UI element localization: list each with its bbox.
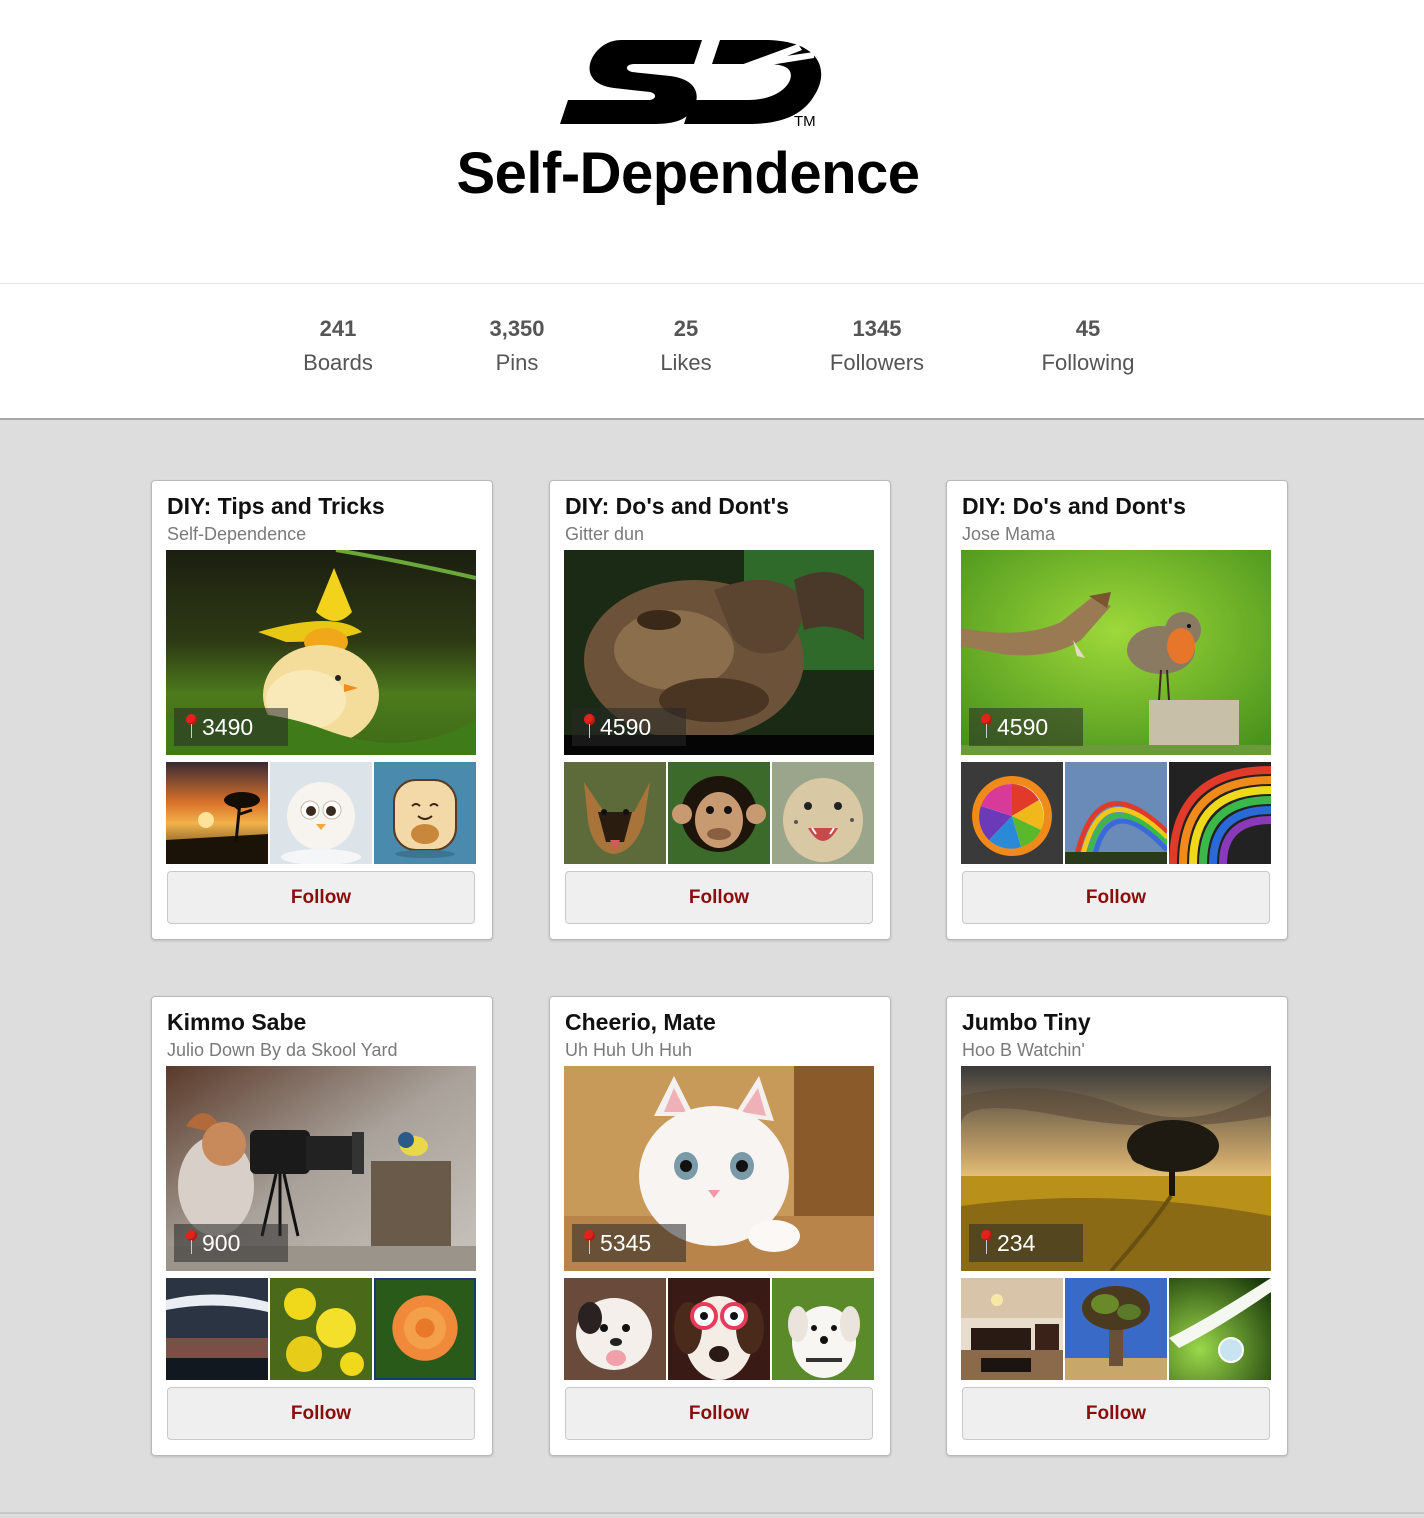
board-title[interactable]: DIY: Tips and Tricks xyxy=(167,493,385,520)
sd-logo: TM xyxy=(552,32,832,132)
pushpin-icon xyxy=(184,1230,198,1256)
board-card: DIY: Do's and Dont's Jose Mama 4590 Foll… xyxy=(946,480,1288,940)
pin-count: 900 xyxy=(202,1230,241,1256)
board-thumbnail[interactable] xyxy=(1169,762,1271,864)
pushpin-icon xyxy=(582,714,596,740)
stat-followers[interactable]: 1345 Followers xyxy=(797,316,957,380)
pushpin-icon xyxy=(184,714,198,740)
board-title[interactable]: Cheerio, Mate xyxy=(565,1009,716,1036)
stat-count: 1345 xyxy=(852,316,902,341)
follow-button[interactable]: Follow xyxy=(565,1387,873,1440)
stat-boards[interactable]: 241 Boards xyxy=(258,316,418,380)
board-cover-image[interactable]: 900 xyxy=(166,1066,476,1271)
profile-stats: 241 Boards 3,350 Pins 25 Likes 1345 Foll… xyxy=(0,283,1424,420)
page-bottom-divider xyxy=(0,1512,1424,1514)
pin-count: 3490 xyxy=(202,714,254,740)
pin-count: 4590 xyxy=(600,714,652,740)
board-title[interactable]: DIY: Do's and Dont's xyxy=(565,493,789,520)
board-thumbnails xyxy=(564,1278,874,1380)
pin-count: 5345 xyxy=(600,1230,652,1256)
board-thumbnail[interactable] xyxy=(1065,762,1167,864)
board-thumbnail[interactable] xyxy=(1065,1278,1167,1380)
trademark-symbol: TM xyxy=(794,113,816,130)
stat-count: 25 xyxy=(673,316,699,341)
follow-button[interactable]: Follow xyxy=(565,871,873,924)
stat-label: Following xyxy=(1041,350,1135,375)
stat-label: Likes xyxy=(660,350,712,375)
board-thumbnail[interactable] xyxy=(564,1278,666,1380)
board-title[interactable]: DIY: Do's and Dont's xyxy=(962,493,1186,520)
follow-button[interactable]: Follow xyxy=(962,1387,1270,1440)
board-title[interactable]: Jumbo Tiny xyxy=(962,1009,1091,1036)
board-owner[interactable]: Uh Huh Uh Huh xyxy=(565,1040,692,1061)
board-thumbnails xyxy=(166,762,476,864)
pin-count-badge: 234 xyxy=(969,1224,1083,1262)
board-owner[interactable]: Jose Mama xyxy=(962,524,1055,545)
profile-header: TM Self-Dependence xyxy=(0,0,1424,283)
board-thumbnail[interactable] xyxy=(772,762,874,864)
board-thumbnail[interactable] xyxy=(166,762,268,864)
board-owner[interactable]: Hoo B Watchin' xyxy=(962,1040,1085,1061)
follow-button[interactable]: Follow xyxy=(167,871,475,924)
stat-count: 45 xyxy=(1075,316,1101,341)
stat-following[interactable]: 45 Following xyxy=(1008,316,1168,380)
board-owner[interactable]: Self-Dependence xyxy=(167,524,306,545)
follow-button[interactable]: Follow xyxy=(167,1387,475,1440)
board-thumbnail[interactable] xyxy=(374,1278,476,1380)
pin-count-badge: 3490 xyxy=(174,708,288,746)
board-owner[interactable]: Julio Down By da Skool Yard xyxy=(167,1040,397,1061)
boards-grid: DIY: Tips and Tricks Self-Dependence 349… xyxy=(0,420,1424,1518)
board-thumbnail[interactable] xyxy=(1169,1278,1271,1380)
stat-count: 241 xyxy=(319,316,357,341)
board-thumbnail[interactable] xyxy=(270,1278,372,1380)
board-thumbnail[interactable] xyxy=(564,762,666,864)
board-thumbnail[interactable] xyxy=(668,762,770,864)
pin-count-badge: 5345 xyxy=(572,1224,686,1262)
board-thumbnail[interactable] xyxy=(270,762,372,864)
pushpin-icon xyxy=(979,714,993,740)
stat-pins[interactable]: 3,350 Pins xyxy=(437,316,597,380)
board-thumbnail[interactable] xyxy=(961,762,1063,864)
pin-count-badge: 900 xyxy=(174,1224,288,1262)
board-thumbnail[interactable] xyxy=(374,762,476,864)
board-cover-image[interactable]: 5345 xyxy=(564,1066,874,1271)
board-thumbnails xyxy=(961,1278,1271,1380)
board-cover-image[interactable]: 4590 xyxy=(564,550,874,755)
board-card: Jumbo Tiny Hoo B Watchin' 234 Follow xyxy=(946,996,1288,1456)
board-card: DIY: Do's and Dont's Gitter dun 4590 Fol… xyxy=(549,480,891,940)
stat-label: Boards xyxy=(303,350,373,375)
board-card: DIY: Tips and Tricks Self-Dependence 349… xyxy=(151,480,493,940)
follow-button[interactable]: Follow xyxy=(962,871,1270,924)
board-cover-image[interactable]: 4590 xyxy=(961,550,1271,755)
board-thumbnails xyxy=(961,762,1271,864)
stat-count: 3,350 xyxy=(489,316,545,341)
board-thumbnails xyxy=(166,1278,476,1380)
pin-count: 234 xyxy=(997,1230,1036,1256)
pin-count-badge: 4590 xyxy=(572,708,686,746)
page-title: Self-Dependence xyxy=(456,141,920,206)
board-card: Cheerio, Mate Uh Huh Uh Huh 5345 Follow xyxy=(549,996,891,1456)
board-cover-image[interactable]: 3490 xyxy=(166,550,476,755)
pin-count-badge: 4590 xyxy=(969,708,1083,746)
board-thumbnails xyxy=(564,762,874,864)
board-thumbnail[interactable] xyxy=(668,1278,770,1380)
board-card: Kimmo Sabe Julio Down By da Skool Yard 9… xyxy=(151,996,493,1456)
pushpin-icon xyxy=(582,1230,596,1256)
pushpin-icon xyxy=(979,1230,993,1256)
pin-count: 4590 xyxy=(997,714,1049,740)
board-thumbnail[interactable] xyxy=(772,1278,874,1380)
board-cover-image[interactable]: 234 xyxy=(961,1066,1271,1271)
board-title[interactable]: Kimmo Sabe xyxy=(167,1009,306,1036)
stat-label: Followers xyxy=(829,350,925,375)
board-thumbnail[interactable] xyxy=(166,1278,268,1380)
stat-likes[interactable]: 25 Likes xyxy=(606,316,766,380)
board-thumbnail[interactable] xyxy=(961,1278,1063,1380)
board-owner[interactable]: Gitter dun xyxy=(565,524,644,545)
stat-label: Pins xyxy=(495,350,539,375)
